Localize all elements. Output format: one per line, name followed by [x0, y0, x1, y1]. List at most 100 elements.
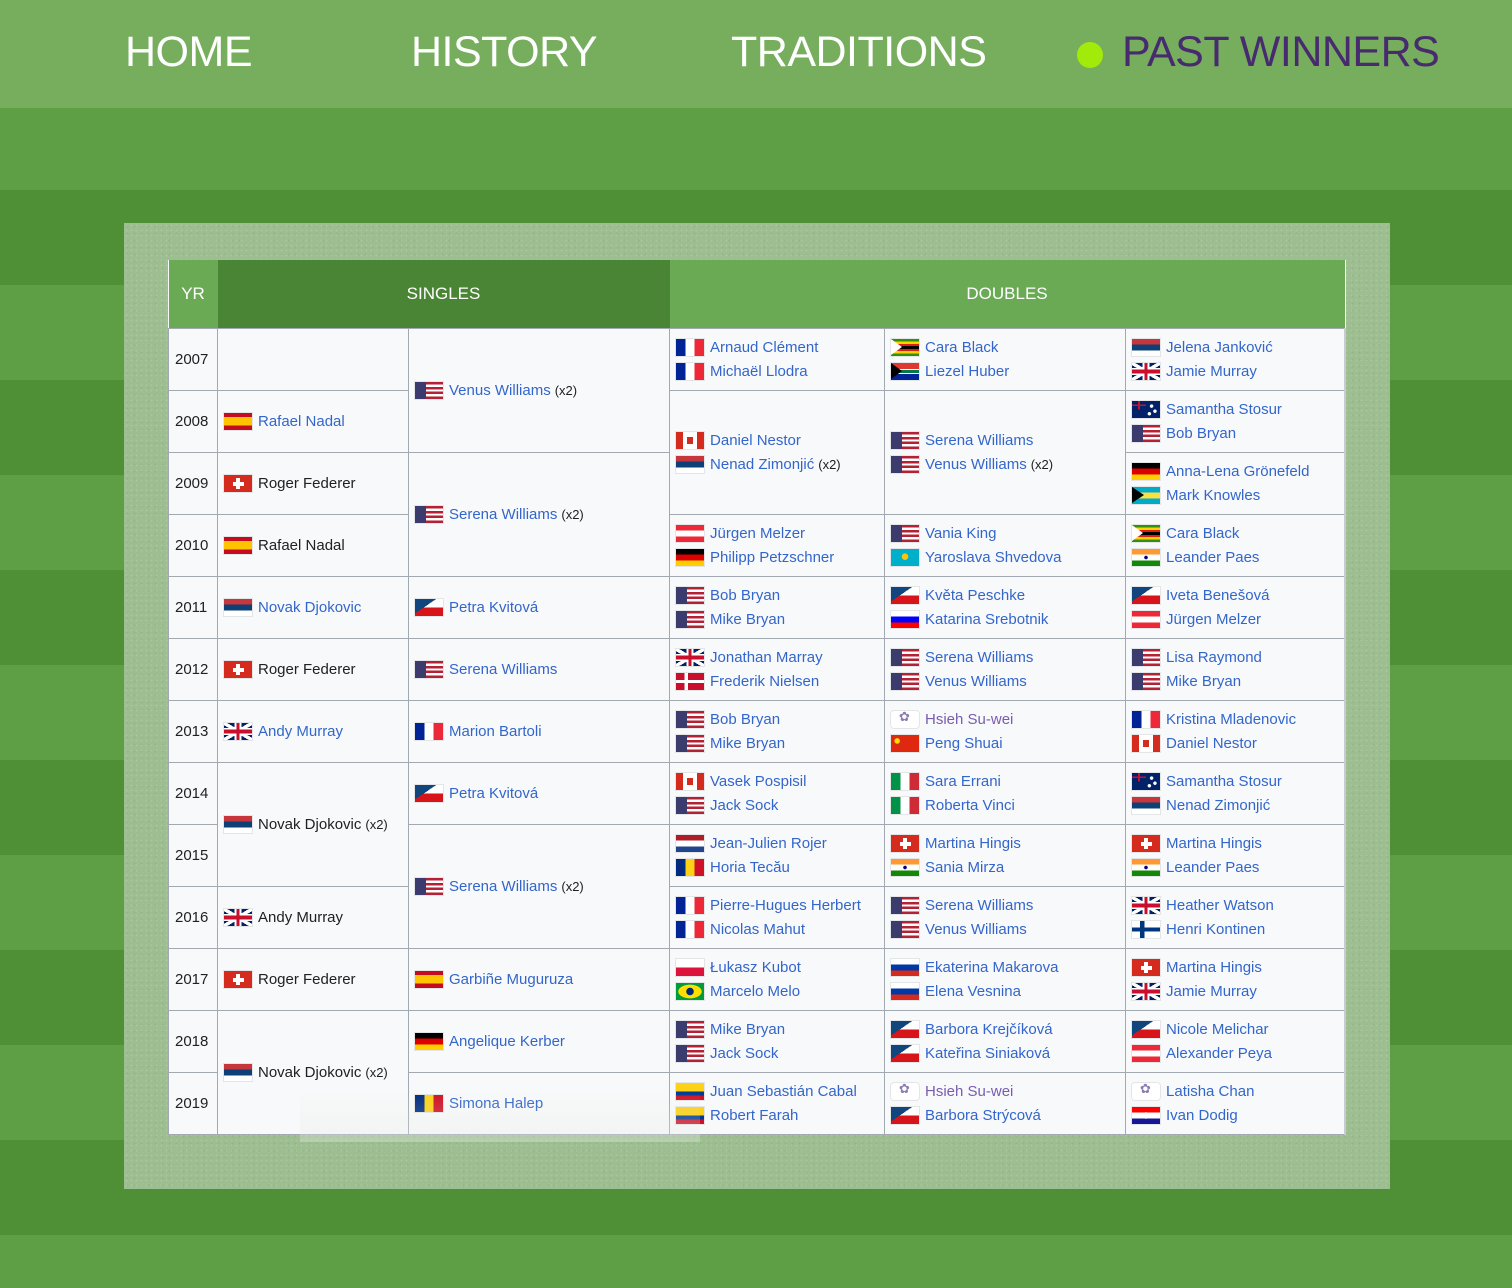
player-name[interactable]: Martina Hingis [1166, 959, 1262, 976]
player-name[interactable]: Venus Williams [925, 673, 1027, 690]
player-name[interactable]: Serena Williams [925, 897, 1033, 914]
player-name[interactable]: Katarina Srebotnik [925, 611, 1048, 628]
player-name[interactable]: Serena Williams [925, 432, 1033, 449]
nav-past-winners[interactable]: PAST WINNERS [1122, 28, 1440, 77]
player-name[interactable]: Michaël Llodra [710, 363, 808, 380]
player-name[interactable]: Venus Williams [925, 921, 1027, 938]
player-name[interactable]: Cara Black [925, 339, 998, 356]
player-name[interactable]: Jean-Julien Rojer [710, 835, 827, 852]
nav-traditions[interactable]: TRADITIONS [731, 28, 987, 77]
player-name[interactable]: Jonathan Marray [710, 649, 823, 666]
player-name[interactable]: Barbora Krejčíková [925, 1021, 1053, 1038]
player-name[interactable]: Venus Williams [925, 456, 1027, 473]
player-name[interactable]: Horia Tecău [710, 859, 790, 876]
player-name[interactable]: Marion Bartoli [449, 723, 542, 740]
year-cell[interactable]: 2013 [168, 700, 218, 763]
player-name[interactable]: Arnaud Clément [710, 339, 818, 356]
player-name[interactable]: Daniel Nestor [710, 432, 801, 449]
player-name[interactable]: Sara Errani [925, 773, 1001, 790]
player-name[interactable]: Květa Peschke [925, 587, 1025, 604]
player-name[interactable]: Sania Mirza [925, 859, 1004, 876]
player-name[interactable]: Yaroslava Shvedova [925, 549, 1061, 566]
player-name[interactable]: Barbora Strýcová [925, 1107, 1041, 1124]
year-cell[interactable]: 2019 [168, 1072, 218, 1135]
player-name[interactable]: Jelena Janković [1166, 339, 1273, 356]
player-name[interactable]: Nenad Zimonjić [710, 456, 814, 473]
player-name[interactable]: Liezel Huber [925, 363, 1009, 380]
year-cell[interactable]: 2017 [168, 948, 218, 1011]
player-name[interactable]: Nenad Zimonjić [1166, 797, 1270, 814]
player-name[interactable]: Hsieh Su-wei [925, 711, 1013, 728]
player-name[interactable]: Serena Williams [925, 649, 1033, 666]
player-name[interactable]: Rafael Nadal [258, 413, 345, 430]
player-name[interactable]: Nicolas Mahut [710, 921, 805, 938]
year-cell[interactable]: 2011 [168, 576, 218, 639]
player-name[interactable]: Vasek Pospisil [710, 773, 806, 790]
player-name[interactable]: Jack Sock [710, 1045, 778, 1062]
player-name[interactable]: Kristina Mladenovic [1166, 711, 1296, 728]
player-name[interactable]: Jack Sock [710, 797, 778, 814]
player-name[interactable]: Elena Vesnina [925, 983, 1021, 1000]
year-cell[interactable]: 2008 [168, 390, 218, 453]
player-name[interactable]: Lisa Raymond [1166, 649, 1262, 666]
player-name[interactable]: Mike Bryan [710, 735, 785, 752]
player-name[interactable]: Łukasz Kubot [710, 959, 801, 976]
player-name[interactable]: Henri Kontinen [1166, 921, 1265, 938]
player-name[interactable]: Robert Farah [710, 1107, 798, 1124]
player-name[interactable]: Bob Bryan [710, 711, 780, 728]
player-name[interactable]: Venus Williams [449, 382, 551, 399]
player-name[interactable]: Vania King [925, 525, 996, 542]
player-name[interactable]: Jürgen Melzer [710, 525, 805, 542]
player-name[interactable]: Hsieh Su-wei [925, 1083, 1013, 1100]
player-name[interactable]: Samantha Stosur [1166, 401, 1282, 418]
year-cell[interactable]: 2010 [168, 514, 218, 577]
nav-history[interactable]: HISTORY [411, 28, 598, 77]
player-name[interactable]: Martina Hingis [1166, 835, 1262, 852]
player-name[interactable]: Leander Paes [1166, 549, 1259, 566]
player-name[interactable]: Bob Bryan [1166, 425, 1236, 442]
player-name[interactable]: Jürgen Melzer [1166, 611, 1261, 628]
year-cell[interactable]: 2014 [168, 762, 218, 825]
player-name[interactable]: Pierre-Hugues Herbert [710, 897, 861, 914]
player-name[interactable]: Juan Sebastián Cabal [710, 1083, 857, 1100]
player-name[interactable]: Kateřina Siniaková [925, 1045, 1050, 1062]
player-name[interactable]: Daniel Nestor [1166, 735, 1257, 752]
player-name[interactable]: Alexander Peya [1166, 1045, 1272, 1062]
year-cell[interactable]: 2018 [168, 1010, 218, 1073]
player-name[interactable]: Nicole Melichar [1166, 1021, 1269, 1038]
player-name[interactable]: Bob Bryan [710, 587, 780, 604]
player-name[interactable]: Mike Bryan [1166, 673, 1241, 690]
year-cell[interactable]: 2016 [168, 886, 218, 949]
player-name[interactable]: Simona Halep [449, 1095, 543, 1112]
player-name[interactable]: Peng Shuai [925, 735, 1003, 752]
player-name[interactable]: Serena Williams [449, 661, 557, 678]
player-name[interactable]: Cara Black [1166, 525, 1239, 542]
player-name[interactable]: Petra Kvitová [449, 785, 538, 802]
year-cell[interactable]: 2009 [168, 452, 218, 515]
player-name[interactable]: Garbiñe Muguruza [449, 971, 573, 988]
player-name[interactable]: Serena Williams [449, 878, 557, 895]
player-name[interactable]: Samantha Stosur [1166, 773, 1282, 790]
player-name[interactable]: Leander Paes [1166, 859, 1259, 876]
player-name[interactable]: Anna-Lena Grönefeld [1166, 463, 1309, 480]
player-name[interactable]: Petra Kvitová [449, 599, 538, 616]
player-name[interactable]: Marcelo Melo [710, 983, 800, 1000]
player-name[interactable]: Mike Bryan [710, 1021, 785, 1038]
player-name[interactable]: Roberta Vinci [925, 797, 1015, 814]
player-name[interactable]: Angelique Kerber [449, 1033, 565, 1050]
player-name[interactable]: Iveta Benešová [1166, 587, 1269, 604]
year-cell[interactable]: 2012 [168, 638, 218, 701]
player-name[interactable]: Andy Murray [258, 723, 343, 740]
player-name[interactable]: Mike Bryan [710, 611, 785, 628]
player-name[interactable]: Ekaterina Makarova [925, 959, 1058, 976]
player-name[interactable]: Heather Watson [1166, 897, 1274, 914]
player-name[interactable]: Mark Knowles [1166, 487, 1260, 504]
player-name[interactable]: Martina Hingis [925, 835, 1021, 852]
player-name[interactable]: Ivan Dodig [1166, 1107, 1238, 1124]
player-name[interactable]: Jamie Murray [1166, 363, 1257, 380]
year-cell[interactable]: 2015 [168, 824, 218, 887]
year-cell[interactable]: 2007 [168, 328, 218, 391]
player-name[interactable]: Serena Williams [449, 506, 557, 523]
player-name[interactable]: Philipp Petzschner [710, 549, 834, 566]
player-name[interactable]: Latisha Chan [1166, 1083, 1254, 1100]
